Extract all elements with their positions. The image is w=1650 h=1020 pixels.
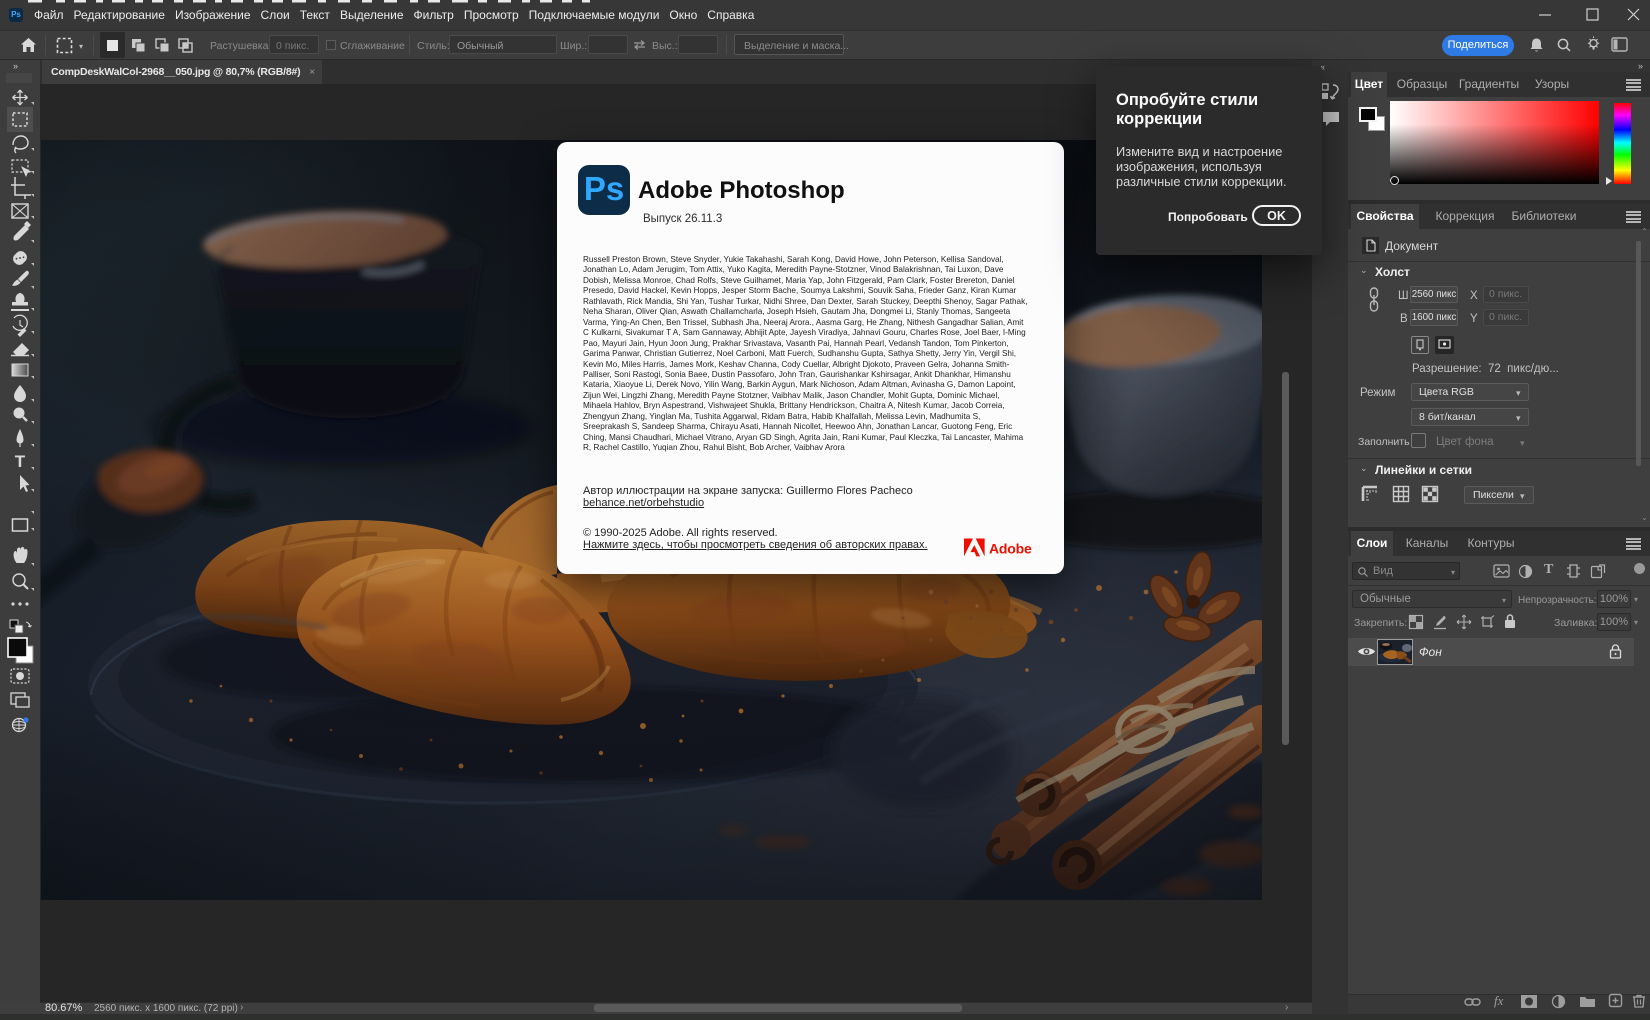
svg-text:Adobe: Adobe [989,541,1032,557]
svg-text:T: T [15,452,26,471]
